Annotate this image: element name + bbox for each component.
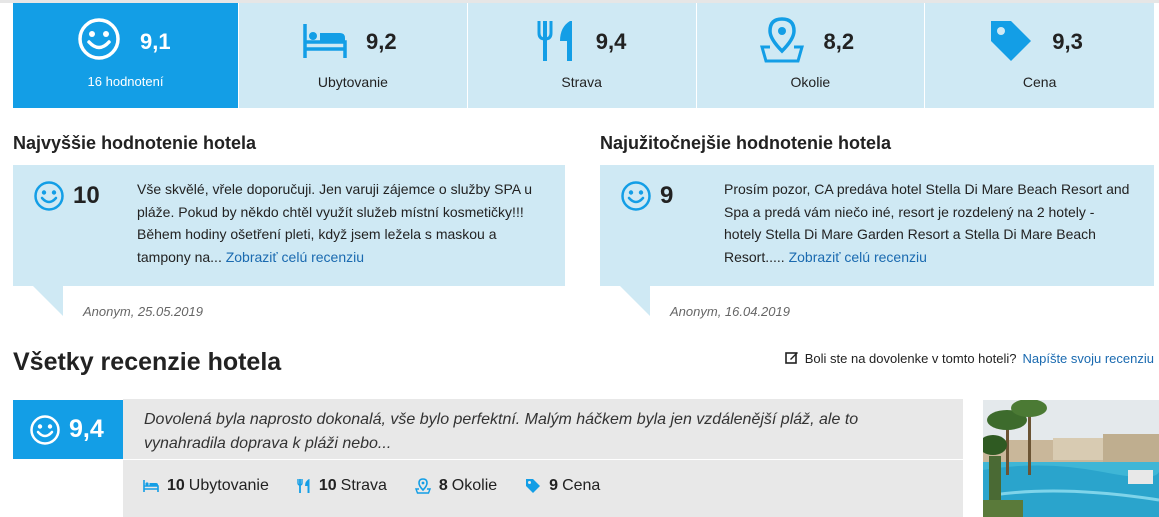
review-cat-food: 10 Strava [297, 477, 387, 495]
price-tag-icon [989, 19, 1033, 68]
label-surroundings: Okolie [790, 74, 831, 90]
smiley-icon [29, 414, 61, 451]
review-cat-label: Okolie [451, 477, 498, 494]
bed-icon [302, 21, 348, 66]
highest-review-text: Vše skvělé, vřele doporučuji. Jen varuji… [137, 178, 547, 268]
review-cat-label: Ubytovanie [188, 477, 269, 494]
score-food: 9,4 [595, 29, 627, 54]
fork-knife-icon [536, 19, 576, 68]
useful-review-meta: Anonym, 16.04.2019 [670, 304, 790, 319]
review-cat-surroundings: 8 Okolie [414, 477, 498, 495]
smiley-icon [77, 17, 121, 66]
useful-review-card: 9 Prosím pozor, CA predáva hotel Stella … [600, 165, 1154, 286]
label-food: Strava [561, 74, 602, 90]
review-cat-accommodation: 10 Ubytovanie [143, 477, 269, 495]
map-pin-icon [759, 17, 804, 68]
smiley-icon [620, 180, 652, 217]
review-cat-price: 9 Cena [525, 477, 600, 495]
score-surroundings: 8,2 [823, 29, 855, 54]
highest-review-meta: Anonym, 25.05.2019 [83, 304, 203, 319]
rating-count: 16 hodnotení [87, 74, 164, 89]
overall-rating[interactable]: 9,1 16 hodnotení [13, 3, 239, 108]
score-price: 9,3 [1052, 29, 1083, 54]
review-cat-score: 9 [549, 477, 559, 494]
review-cat-score: 10 [167, 477, 185, 494]
useful-review-text: Prosím pozor, CA predáva hotel Stella Di… [724, 178, 1134, 268]
review-category-scores: 10 Ubytovanie 10 Strava 8 Okolie 9 Cena [143, 477, 628, 495]
useful-review-score: 9 [660, 182, 674, 209]
price-tag-icon [526, 479, 541, 493]
review-cat-label: Strava [340, 477, 387, 494]
category-surroundings: 8,2 Okolie [697, 3, 926, 108]
highest-review-score: 10 [73, 182, 100, 209]
highest-review-card: 10 Vše skvělé, vřele doporučuji. Jen var… [13, 165, 565, 286]
label-accommodation: Ubytovanie [317, 74, 388, 90]
fork-knife-icon [297, 479, 310, 493]
review-score-badge: 9,4 [13, 400, 123, 459]
show-full-review-link[interactable]: Zobraziť celú recenziu [226, 249, 364, 265]
smiley-icon [33, 180, 65, 217]
score-accommodation: 9,2 [366, 29, 397, 54]
category-food: 9,4 Strava [468, 3, 697, 108]
divider [123, 459, 963, 460]
review-score: 9,4 [69, 415, 104, 443]
review-card[interactable]: Dovolená byla naprosto dokonalá, vše byl… [123, 399, 963, 517]
label-price: Cena [1022, 74, 1057, 90]
show-full-review-link[interactable]: Zobraziť celú recenziu [789, 249, 927, 265]
category-accommodation: 9,2 Ubytovanie [239, 3, 468, 108]
review-cat-score: 8 [438, 477, 448, 494]
bed-icon [143, 480, 159, 492]
review-text: Dovolená byla naprosto dokonalá, vše byl… [144, 411, 859, 452]
review-photo[interactable] [983, 400, 1159, 517]
all-reviews-title: Všetky recenzie hotela [13, 348, 282, 376]
overall-score: 9,1 [140, 29, 171, 54]
speech-tail [33, 286, 63, 316]
highest-review-title: Najvyššie hodnotenie hotela [13, 133, 257, 153]
rating-summary-bar: 9,1 16 hodnotení 9,2 Ubytovanie 9,4 Stra… [13, 3, 1154, 108]
write-review-link[interactable]: Napíšte svoju recenziu [1022, 351, 1154, 366]
speech-tail [620, 286, 650, 316]
write-review-question: Boli ste na dovolenke v tomto hoteli? [804, 351, 1017, 366]
edit-icon [784, 350, 799, 367]
review-cat-label: Cena [562, 477, 601, 494]
review-cat-score: 10 [318, 477, 337, 494]
useful-review-title: Najužitočnejšie hodnotenie hotela [600, 133, 892, 153]
write-review-prompt: Boli ste na dovolenke v tomto hoteli? Na… [784, 350, 1154, 367]
category-price: 9,3 Cena [925, 3, 1154, 108]
map-pin-icon [414, 478, 431, 494]
